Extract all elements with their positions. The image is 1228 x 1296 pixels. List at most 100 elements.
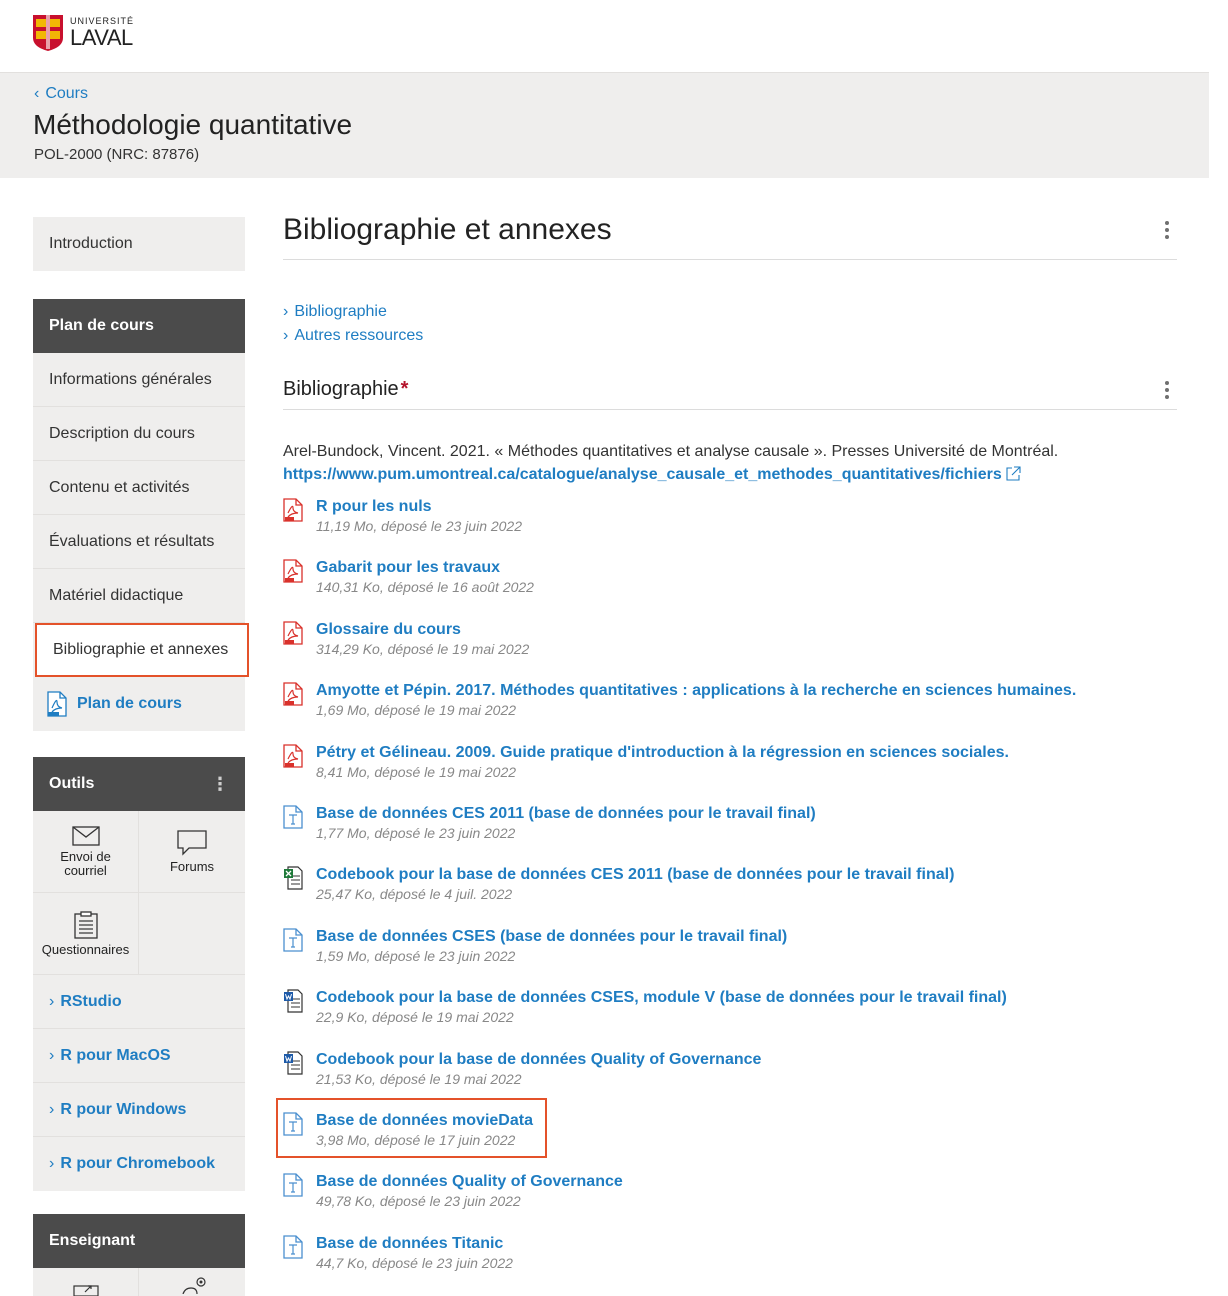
back-to-courses-link[interactable]: ‹ Cours bbox=[34, 85, 88, 103]
tool-forums-label: Forums bbox=[169, 858, 215, 874]
file-link[interactable]: Gabarit pour les travaux bbox=[316, 555, 1177, 578]
tools-more-icon[interactable]: ⋮ bbox=[211, 775, 229, 793]
plan-heading-label: Plan de cours bbox=[49, 317, 154, 334]
tool-questionnaires[interactable]: Questionnaires bbox=[33, 893, 139, 975]
file-item: Pétry et Gélineau. 2009. Guide pratique … bbox=[283, 740, 1177, 801]
section-anchors: › Bibliographie › Autres ressources bbox=[283, 300, 1177, 348]
main-content: Bibliographie et annexes › Bibliographie… bbox=[276, 200, 1177, 1292]
file-list: R pour les nuls 11,19 Mo, déposé le 23 ju… bbox=[276, 494, 1177, 1292]
course-header: ‹ Cours Méthodologie quantitative POL-20… bbox=[0, 72, 1209, 178]
file-item: R pour les nuls 11,19 Mo, déposé le 23 ju… bbox=[283, 494, 1177, 555]
tool-link-r-macos[interactable]: › R pour MacOS bbox=[33, 1029, 245, 1083]
sidebar-item-description[interactable]: Description du cours bbox=[33, 407, 245, 461]
anchor-autres-ressources[interactable]: › Autres ressources bbox=[283, 324, 1177, 348]
back-label: Cours bbox=[45, 85, 89, 102]
top-bar: UNIVERSITÉ LAVAL bbox=[0, 0, 1228, 72]
tool-forums[interactable]: Forums bbox=[139, 811, 245, 893]
file-link[interactable]: Base de données CSES (base de données po… bbox=[316, 924, 1177, 947]
tool-link-r-windows[interactable]: › R pour Windows bbox=[33, 1083, 245, 1137]
anchor-bibliographie[interactable]: › Bibliographie bbox=[283, 300, 1177, 324]
edit-icon bbox=[73, 1285, 99, 1296]
tool-link-label: RStudio bbox=[60, 992, 122, 1010]
tool-link-label: R pour Chromebook bbox=[60, 1155, 215, 1172]
file-link[interactable]: Amyotte et Pépin. 2017. Méthodes quantit… bbox=[316, 678, 1177, 701]
text-file-icon bbox=[283, 1112, 303, 1136]
teacher-tool-edit[interactable] bbox=[33, 1268, 139, 1296]
text-file-icon bbox=[283, 1235, 303, 1259]
tool-email[interactable]: Envoi de courriel bbox=[33, 811, 139, 893]
file-item: Amyotte et Pépin. 2017. Méthodes quantit… bbox=[283, 678, 1177, 739]
chevron-right-icon: › bbox=[49, 1155, 55, 1172]
pdf-icon bbox=[283, 559, 303, 584]
file-link[interactable]: Codebook pour la base de données Quality… bbox=[316, 1047, 1177, 1070]
sidebar-intro-box: Introduction bbox=[33, 217, 245, 271]
file-link[interactable]: Base de données CES 2011 (base de donnée… bbox=[316, 801, 1177, 824]
file-meta: 22,9 Ko, déposé le 19 mai 2022 bbox=[316, 1009, 514, 1026]
file-item: Codebook pour la base de données CES 201… bbox=[283, 862, 1177, 923]
anchor-label: Bibliographie bbox=[294, 303, 387, 320]
sidebar-item-informations[interactable]: Informations générales bbox=[33, 353, 245, 407]
file-link[interactable]: Codebook pour la base de données CES 201… bbox=[316, 862, 1177, 885]
sidebar-teacher-heading: Enseignant bbox=[33, 1214, 245, 1268]
sidebar-teacher-box: Enseignant bbox=[33, 1214, 245, 1296]
page-title-row: Bibliographie et annexes bbox=[283, 200, 1177, 260]
file-meta: 3,98 Mo, déposé le 17 juin 2022 bbox=[316, 1131, 516, 1148]
file-meta: 140,31 Ko, déposé le 16 août 2022 bbox=[316, 579, 534, 596]
text-file-icon bbox=[283, 805, 303, 829]
file-link[interactable]: Base de données Quality of Governance bbox=[316, 1169, 1177, 1192]
tool-link-rstudio[interactable]: › RStudio bbox=[33, 975, 245, 1029]
file-meta: 314,29 Ko, déposé le 19 mai 2022 bbox=[316, 640, 530, 657]
sidebar-plan-pdf-link[interactable]: Plan de cours bbox=[33, 677, 245, 731]
sidebar-item-evaluations[interactable]: Évaluations et résultats bbox=[33, 515, 245, 569]
pdf-icon bbox=[283, 498, 303, 522]
sidebar-item-contenu[interactable]: Contenu et activités bbox=[33, 461, 245, 515]
section-more-options-icon[interactable] bbox=[1165, 380, 1177, 399]
file-link[interactable]: Base de données Titanic bbox=[316, 1231, 1177, 1254]
citation-text: Arel-Bundock, Vincent. 2021. « Méthodes … bbox=[283, 443, 1059, 460]
file-link[interactable]: Codebook pour la base de données CSES, m… bbox=[316, 985, 1177, 1008]
tool-questionnaires-label: Questionnaires bbox=[41, 941, 130, 957]
file-meta: 1,77 Mo, déposé le 23 juin 2022 bbox=[316, 824, 516, 841]
university-logo[interactable]: UNIVERSITÉ LAVAL bbox=[32, 14, 134, 52]
file-meta: 1,69 Mo, déposé le 19 mai 2022 bbox=[316, 702, 517, 719]
clipboard-icon bbox=[73, 910, 98, 939]
anchor-label: Autres ressources bbox=[294, 327, 424, 344]
sidebar-item-introduction[interactable]: Introduction bbox=[33, 217, 245, 271]
pdf-icon bbox=[283, 621, 303, 645]
sidebar-plan-box: Plan de cours Informations générales Des… bbox=[33, 299, 249, 731]
excel-file-icon bbox=[284, 866, 303, 890]
sidebar-tools-box: Outils ⋮ Envoi de courriel Forums Questi… bbox=[33, 757, 245, 1191]
tools-grid: Envoi de courriel Forums Questionnaires bbox=[33, 811, 245, 975]
tool-link-label: R pour MacOS bbox=[60, 1046, 171, 1064]
file-link[interactable]: Glossaire du cours bbox=[316, 617, 1177, 640]
pdf-icon bbox=[283, 682, 303, 706]
section-header-bibliographie: Bibliographie * bbox=[283, 370, 1177, 410]
file-meta: 8,41 Mo, déposé le 19 mai 2022 bbox=[316, 763, 517, 780]
file-meta: 49,78 Ko, déposé le 23 juin 2022 bbox=[316, 1193, 521, 1210]
sidebar-item-materiel[interactable]: Matériel didactique bbox=[33, 569, 245, 623]
envelope-icon bbox=[71, 825, 100, 846]
chevron-right-icon: › bbox=[283, 327, 289, 344]
sidebar-tools-heading: Outils ⋮ bbox=[33, 757, 245, 811]
file-item: Base de données CES 2011 (base de donnée… bbox=[283, 801, 1177, 862]
speech-bubble-icon bbox=[177, 829, 207, 856]
teacher-tool-settings[interactable] bbox=[139, 1268, 245, 1296]
external-link-icon bbox=[1006, 466, 1021, 481]
logo-big-text: LAVAL bbox=[70, 25, 133, 50]
file-meta: 25,47 Ko, déposé le 4 juil. 2022 bbox=[316, 886, 513, 903]
file-item: Base de données movieData 3,98 Mo, déposé… bbox=[276, 1097, 1177, 1169]
file-link[interactable]: Base de données movieData bbox=[316, 1108, 1177, 1131]
section-title-label: Bibliographie bbox=[283, 378, 399, 400]
sidebar-item-bibliographie[interactable]: Bibliographie et annexes bbox=[35, 623, 249, 677]
file-item: Base de données Quality of Governance 49,… bbox=[283, 1169, 1177, 1230]
text-file-icon bbox=[283, 928, 303, 952]
tool-link-r-chromebook[interactable]: › R pour Chromebook bbox=[33, 1137, 245, 1191]
teacher-heading-label: Enseignant bbox=[49, 1232, 136, 1249]
citation-link[interactable]: https://www.pum.umontreal.ca/catalogue/a… bbox=[283, 466, 1021, 483]
file-link[interactable]: R pour les nuls bbox=[316, 494, 1177, 517]
file-item: Gabarit pour les travaux 140,31 Ko, dépos… bbox=[283, 555, 1177, 616]
word-file-icon bbox=[284, 1050, 303, 1075]
file-link[interactable]: Pétry et Gélineau. 2009. Guide pratique … bbox=[316, 740, 1177, 763]
page-more-options-icon[interactable] bbox=[1165, 220, 1177, 239]
file-item: Codebook pour la base de données CSES, m… bbox=[283, 985, 1177, 1046]
